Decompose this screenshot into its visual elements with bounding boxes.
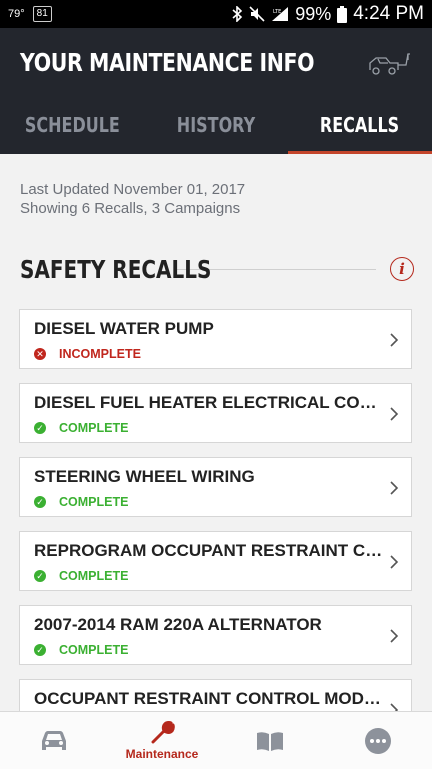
info-icon[interactable]: i — [390, 257, 414, 281]
tab-recalls[interactable]: RECALLS — [288, 96, 432, 154]
check-icon: ✓ — [34, 496, 46, 508]
page-title: YOUR MAINTENANCE INFO — [20, 48, 315, 77]
bottom-nav: Maintenance — [0, 711, 432, 769]
recall-status: ✕ INCOMPLETE — [34, 347, 141, 361]
check-icon: ✓ — [34, 570, 46, 582]
check-icon: ✓ — [34, 422, 46, 434]
recall-status: ✓ COMPLETE — [34, 643, 128, 657]
last-updated-text: Last Updated November 01, 2017 — [20, 181, 246, 198]
chevron-right-icon — [390, 555, 399, 569]
status-text: COMPLETE — [59, 569, 129, 583]
nav-more[interactable] — [324, 712, 432, 769]
notification-badge: 81 — [32, 6, 52, 22]
tow-truck-icon[interactable] — [368, 48, 412, 78]
recall-status: ✓ COMPLETE — [34, 421, 128, 435]
nav-vehicle[interactable] — [0, 712, 108, 769]
nav-label-maintenance: Maintenance — [125, 746, 199, 761]
battery-percent: 99% — [295, 3, 332, 24]
recall-card[interactable]: REPROGRAM OCCUPANT RESTRAINT CO... ✓ COM… — [19, 531, 412, 591]
tab-history[interactable]: HISTORY — [144, 96, 288, 154]
chevron-right-icon — [390, 481, 399, 495]
wrench-icon — [151, 720, 175, 743]
section-header: SAFETY RECALLS i — [20, 252, 414, 286]
status-text: COMPLETE — [59, 495, 129, 509]
recall-name: DIESEL FUEL HEATER ELECTRICAL CONNE... — [34, 393, 384, 412]
recall-name: DIESEL WATER PUMP — [34, 319, 214, 338]
chevron-right-icon — [390, 407, 399, 421]
bluetooth-icon — [231, 6, 243, 22]
chevron-right-icon — [390, 629, 399, 643]
status-text: INCOMPLETE — [59, 347, 141, 361]
section-title: SAFETY RECALLS — [20, 254, 212, 284]
chevron-right-icon — [390, 333, 399, 347]
clock: 4:24 PM — [353, 3, 424, 24]
recall-status: ✓ COMPLETE — [34, 569, 128, 583]
check-icon: ✓ — [34, 644, 46, 656]
status-bar: 79° 81 LTE 99% 4:24 PM — [0, 0, 432, 28]
nav-maintenance[interactable]: Maintenance — [108, 712, 216, 769]
car-icon — [42, 730, 66, 750]
temperature-text: 79° — [8, 8, 25, 20]
recall-card[interactable]: STEERING WHEEL WIRING ✓ COMPLETE — [19, 457, 412, 517]
recall-card[interactable]: DIESEL FUEL HEATER ELECTRICAL CONNE... ✓… — [19, 383, 412, 443]
recall-info: Last Updated November 01, 2017 Showing 6… — [20, 180, 245, 218]
recall-card[interactable]: DIESEL WATER PUMP ✕ INCOMPLETE — [19, 309, 412, 369]
tab-schedule[interactable]: SCHEDULE — [0, 96, 144, 154]
recall-name: STEERING WHEEL WIRING — [34, 467, 255, 486]
recall-name: OCCUPANT RESTRAINT CONTROL MODULE — [34, 689, 384, 708]
tab-bar: SCHEDULE HISTORY RECALLS — [0, 96, 432, 154]
nav-manual[interactable] — [216, 712, 324, 769]
book-icon — [257, 731, 283, 751]
recall-summary-text: Showing 6 Recalls, 3 Campaigns — [20, 200, 241, 217]
app-header: YOUR MAINTENANCE INFO SCHEDULE HISTORY R… — [0, 28, 432, 154]
recall-name: REPROGRAM OCCUPANT RESTRAINT CO... — [34, 541, 384, 560]
status-text: COMPLETE — [59, 643, 129, 657]
recall-card[interactable]: 2007-2014 RAM 220A ALTERNATOR ✓ COMPLETE — [19, 605, 412, 665]
more-icon — [365, 727, 391, 754]
status-text: COMPLETE — [59, 421, 129, 435]
mute-icon — [249, 6, 265, 22]
incomplete-icon: ✕ — [34, 348, 46, 360]
recall-status: ✓ COMPLETE — [34, 495, 128, 509]
signal-icon: LTE — [271, 6, 289, 22]
recall-name: 2007-2014 RAM 220A ALTERNATOR — [34, 615, 322, 634]
svg-text:LTE: LTE — [273, 9, 281, 15]
battery-icon — [337, 5, 348, 23]
